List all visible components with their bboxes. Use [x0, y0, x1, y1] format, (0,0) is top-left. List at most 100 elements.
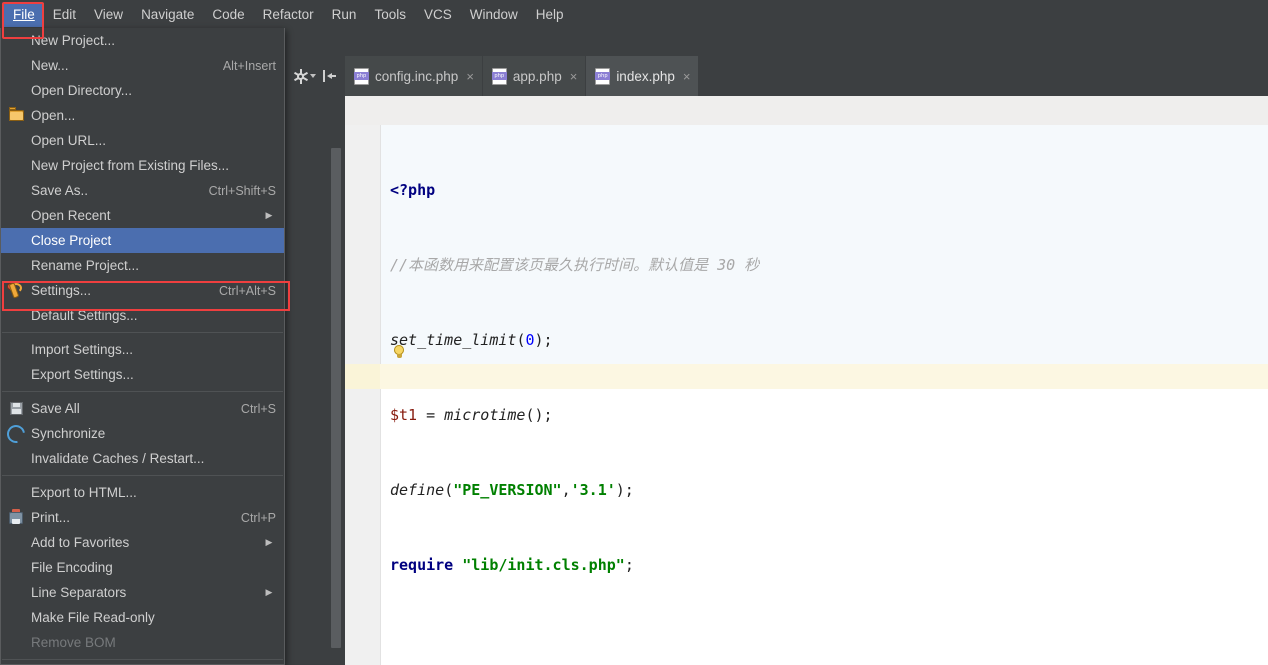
menu-item-export-to-html[interactable]: Export to HTML... — [1, 480, 284, 505]
menu-item-label: File Encoding — [31, 560, 113, 575]
code-content[interactable]: <?php //本函数用来配置该页最久执行时间。默认值是 30 秒 set_ti… — [390, 128, 1260, 665]
menubar-item-run-label: Run — [331, 6, 357, 22]
sync-icon — [1, 420, 31, 447]
menubar-item-window[interactable]: Window — [461, 3, 527, 27]
menu-item-close-project[interactable]: Close Project — [1, 228, 284, 253]
tab-close-icon[interactable]: × — [464, 69, 474, 84]
menu-item-icon — [1, 337, 31, 362]
token-paren-close-5: ); — [615, 481, 634, 499]
menu-item-icon — [1, 630, 31, 655]
menubar-item-refactor[interactable]: Refactor — [254, 3, 323, 27]
menu-item-rename-project[interactable]: Rename Project... — [1, 253, 284, 278]
menu-item-import-settings[interactable]: Import Settings... — [1, 337, 284, 362]
menu-separator — [2, 475, 283, 476]
pycharm-window: File Edit View Navigate Code Refactor Ru… — [0, 0, 1268, 665]
menu-item-add-to-favorites[interactable]: Add to Favorites ▶ — [1, 530, 284, 555]
menubar-item-help[interactable]: Help — [527, 3, 573, 27]
token-php-open: <?php — [390, 181, 436, 199]
token-fn-define: define — [390, 481, 445, 499]
menu-item-label: Rename Project... — [31, 258, 140, 273]
menu-item-accel: Ctrl+Shift+S — [208, 183, 276, 198]
menu-item-label: Print... — [31, 510, 71, 525]
menubar-item-vcs[interactable]: VCS — [415, 3, 461, 27]
menubar-item-tools[interactable]: Tools — [365, 3, 415, 27]
gear-icon[interactable] — [293, 68, 316, 84]
tab-label: app.php — [512, 68, 562, 84]
menu-item-icon — [1, 203, 31, 228]
menu-item-open-recent[interactable]: Open Recent ▶ — [1, 203, 284, 228]
menubar-item-file[interactable]: File — [4, 2, 44, 27]
menu-item-make-file-read-only[interactable]: Make File Read-only — [1, 605, 284, 630]
menubar-item-view[interactable]: View — [85, 3, 132, 27]
code-editor[interactable]: <?php //本函数用来配置该页最久执行时间。默认值是 30 秒 set_ti… — [345, 125, 1268, 665]
menubar-item-file-label: File — [13, 6, 35, 22]
php-badge: php — [595, 71, 611, 80]
menu-separator — [2, 332, 283, 333]
tab-close-icon[interactable]: × — [568, 69, 578, 84]
php-badge: php — [354, 71, 369, 80]
menu-item-export-settings[interactable]: Export Settings... — [1, 362, 284, 387]
menu-item-label: Open... — [31, 108, 76, 123]
folder-icon — [1, 103, 31, 128]
menu-item-open-url[interactable]: Open URL... — [1, 128, 284, 153]
menu-item-print[interactable]: Print... Ctrl+P — [1, 505, 284, 530]
menubar-item-code[interactable]: Code — [203, 3, 253, 27]
tab-label: config.inc.php — [375, 68, 459, 84]
menu-item-default-settings[interactable]: Default Settings... — [1, 303, 284, 328]
menu-item-icon — [1, 580, 31, 605]
menu-item-synchronize[interactable]: Synchronize — [1, 420, 284, 447]
menubar-item-code-label: Code — [212, 6, 245, 22]
intention-bulb-icon[interactable] — [393, 345, 405, 359]
menubar-item-run[interactable]: Run — [323, 3, 366, 27]
menu-item-open-directory[interactable]: Open Directory... — [1, 78, 284, 103]
menu-item-icon — [1, 362, 31, 387]
menu-item-label: Import Settings... — [31, 342, 134, 357]
token-num-zero: 0 — [525, 331, 535, 349]
tool-panel-scrollbar-thumb[interactable] — [331, 148, 341, 648]
breadcrumb-bar[interactable] — [345, 96, 1268, 126]
menu-item-accel: Alt+Insert — [222, 58, 276, 73]
menu-item-label: Save All — [31, 401, 80, 416]
menu-item-label: Save As.. — [31, 183, 89, 198]
code-line-4: $t1 = microtime(); — [390, 403, 1260, 428]
tab-close-icon[interactable]: × — [681, 69, 691, 84]
menu-item-icon — [1, 303, 31, 328]
menu-item-invalidate-caches-restart[interactable]: Invalidate Caches / Restart... — [1, 446, 284, 471]
chevron-down-icon — [310, 74, 316, 78]
menu-item-save-as[interactable]: Save As.. Ctrl+Shift+S — [1, 178, 284, 203]
menu-item-open[interactable]: Open... — [1, 103, 284, 128]
menu-item-new-project[interactable]: New Project... — [1, 28, 284, 53]
menubar-item-edit[interactable]: Edit — [44, 3, 85, 27]
menu-item-label: Open URL... — [31, 133, 107, 148]
token-str-pe-version: "PE_VERSION" — [453, 481, 562, 499]
menu-item-label: New Project... — [31, 33, 116, 48]
menubar-item-navigate-label: Navigate — [141, 6, 195, 22]
menu-item-label: Open Directory... — [31, 83, 133, 98]
tab-toolbar — [285, 56, 345, 96]
token-space-6 — [453, 556, 462, 574]
menu-item-new[interactable]: New... Alt+Insert — [1, 53, 284, 78]
php-file-icon: php — [354, 67, 369, 85]
tab-config-inc-php[interactable]: php config.inc.php × — [345, 56, 483, 96]
menu-item-label: Export to HTML... — [31, 485, 137, 500]
tab-app-php[interactable]: php app.php × — [482, 56, 587, 96]
code-line-2: //本函数用来配置该页最久执行时间。默认值是 30 秒 — [390, 253, 1260, 278]
menu-item-icon — [1, 53, 31, 78]
wrench-icon — [1, 278, 31, 303]
tab-label: index.php — [616, 68, 675, 84]
menu-item-file-encoding[interactable]: File Encoding — [1, 555, 284, 580]
menu-item-settings[interactable]: Settings... Ctrl+Alt+S — [1, 278, 284, 303]
menubar-item-navigate[interactable]: Navigate — [132, 3, 203, 27]
tab-index-php[interactable]: php index.php × — [586, 56, 700, 96]
php-file-icon: php — [491, 67, 507, 85]
menu-item-save-all[interactable]: Save All Ctrl+S — [1, 396, 284, 421]
submenu-arrow-icon: ▶ — [265, 537, 273, 547]
menu-item-line-separators[interactable]: Line Separators ▶ — [1, 580, 284, 605]
file-menu-popup[interactable]: New Project... New... Alt+Insert Open Di… — [0, 28, 285, 665]
token-var-t1: $t1 — [390, 406, 418, 424]
collapse-all-icon[interactable] — [322, 70, 336, 82]
token-str-init: "lib/init.cls.php" — [462, 556, 625, 574]
menu-item-label: Remove BOM — [31, 635, 116, 650]
menu-item-new-project-from-existing-files[interactable]: New Project from Existing Files... — [1, 153, 284, 178]
menubar-item-refactor-label: Refactor — [262, 6, 314, 22]
